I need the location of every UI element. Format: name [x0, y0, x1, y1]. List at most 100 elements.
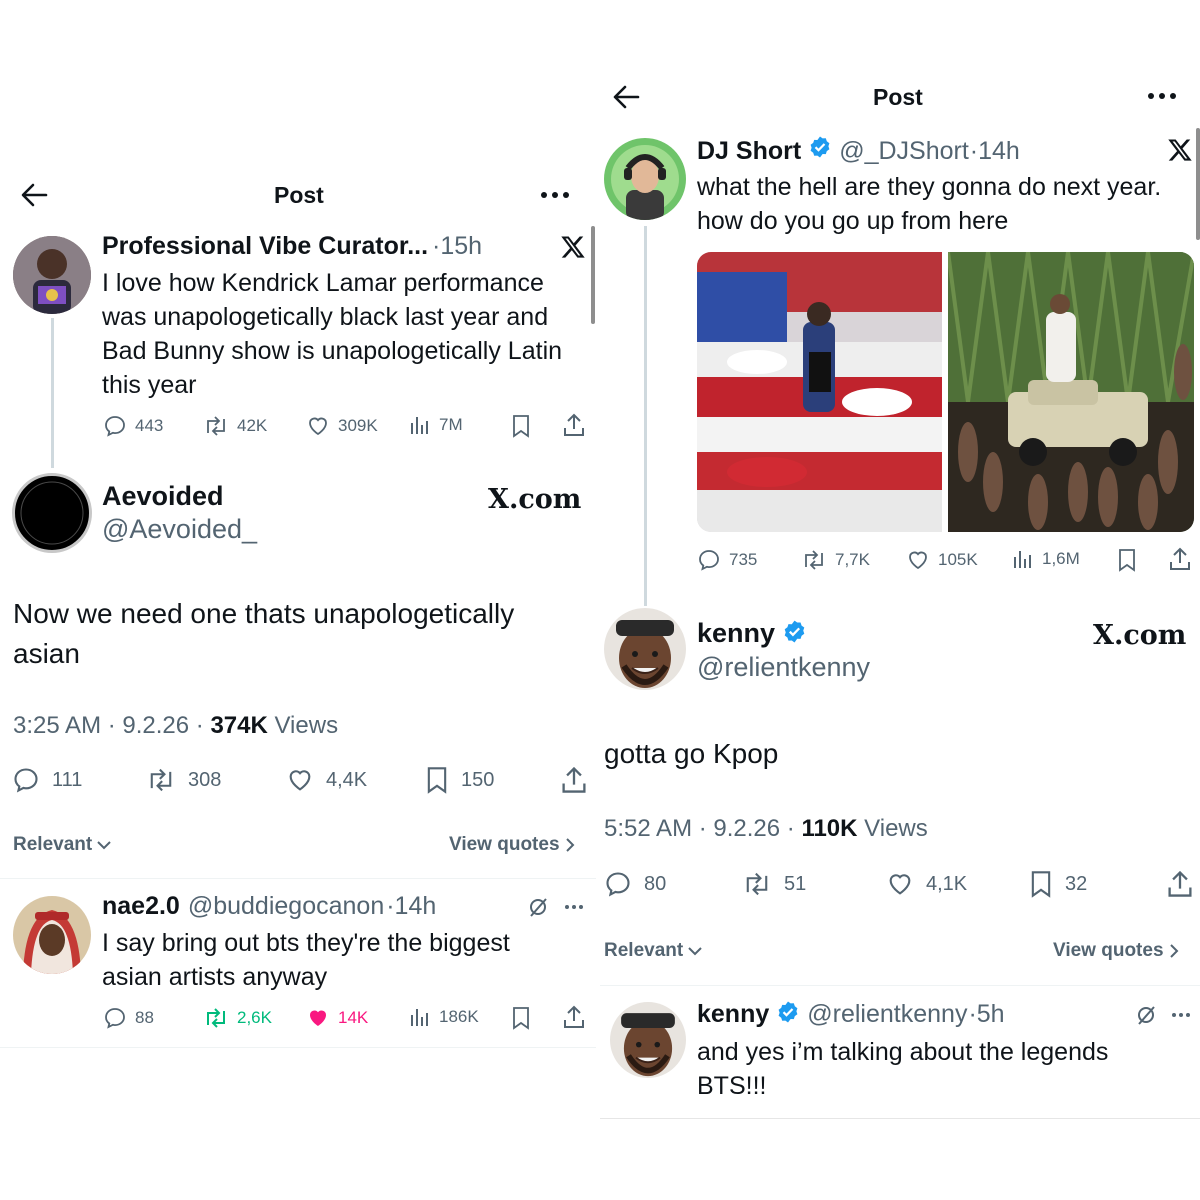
- repost-icon: [150, 768, 172, 792]
- more-icon[interactable]: [540, 190, 570, 200]
- back-arrow-icon[interactable]: [20, 182, 48, 208]
- author-handle[interactable]: @buddiegocanon: [188, 892, 384, 921]
- views-count: 374K: [210, 712, 268, 739]
- tweet-text: what the hell are they gonna do next yea…: [697, 173, 1162, 235]
- tweet-time[interactable]: ·5h: [968, 1000, 1004, 1029]
- repost-icon: [805, 550, 823, 570]
- grok-icon[interactable]: [527, 896, 549, 918]
- author-name[interactable]: Professional Vibe Curator...: [102, 232, 428, 261]
- x-com-badge: X.com: [1093, 620, 1187, 651]
- back-arrow-icon[interactable]: [612, 84, 640, 110]
- reply-icon: [606, 872, 630, 897]
- reply-icon: [105, 1008, 125, 1029]
- like-button[interactable]: 14K: [306, 1006, 368, 1030]
- views-label: Views: [857, 815, 928, 842]
- sort-relevant-dropdown[interactable]: Relevant: [13, 834, 112, 856]
- bookmark-icon[interactable]: [511, 414, 531, 438]
- bookmark-button[interactable]: 32: [1029, 870, 1087, 898]
- timestamp[interactable]: 3:25 AM · 9.2.26 ·: [13, 712, 210, 739]
- share-icon[interactable]: [1168, 546, 1192, 572]
- reply-button[interactable]: 111: [12, 766, 82, 794]
- page-title: Post: [274, 182, 324, 208]
- verified-badge-icon: [782, 619, 807, 649]
- share-icon[interactable]: [1166, 869, 1194, 899]
- timestamp[interactable]: 5:52 AM · 9.2.26 ·: [604, 815, 801, 842]
- heart-icon: [309, 417, 327, 436]
- author-handle[interactable]: @relientkenny: [697, 652, 870, 683]
- author-name[interactable]: Aevoided: [102, 481, 224, 512]
- bookmark-icon[interactable]: [1117, 548, 1137, 572]
- reply-button[interactable]: 735: [697, 548, 757, 572]
- divider: [0, 878, 596, 879]
- x-logo-icon: [560, 234, 586, 260]
- views-label: Views: [267, 712, 339, 739]
- author-name[interactable]: kenny: [697, 618, 775, 649]
- like-button[interactable]: 4,4K: [286, 766, 367, 794]
- repost-button[interactable]: 7,7K: [801, 548, 870, 572]
- bookmark-icon: [1031, 871, 1051, 898]
- heart-icon: [889, 874, 911, 895]
- share-icon[interactable]: [562, 1004, 586, 1030]
- views-button[interactable]: 186K: [409, 1006, 479, 1028]
- grok-icon[interactable]: [1135, 1004, 1157, 1026]
- bookmark-button[interactable]: 150: [425, 766, 494, 794]
- repost-button[interactable]: 2,6K: [203, 1006, 272, 1030]
- chevron-right-icon: [565, 838, 574, 852]
- avatar[interactable]: [13, 236, 91, 314]
- like-button[interactable]: 4,1K: [886, 870, 967, 898]
- share-icon[interactable]: [562, 412, 586, 438]
- verified-badge-icon: [776, 1000, 800, 1029]
- avatar[interactable]: [604, 608, 686, 690]
- author-handle[interactable]: @_DJShort: [839, 137, 969, 166]
- avatar[interactable]: [604, 138, 686, 220]
- scrollbar[interactable]: [1196, 128, 1200, 240]
- repost-button[interactable]: 308: [146, 766, 221, 794]
- tweet-text: I love how Kendrick Lamar performance wa…: [102, 269, 563, 399]
- reply-button[interactable]: 443: [103, 414, 163, 438]
- heart-icon: [909, 551, 927, 570]
- bookmark-icon[interactable]: [511, 1006, 531, 1030]
- media-image-truck-stage[interactable]: [948, 252, 1194, 532]
- tweet-text: I say bring out bts they're the biggest …: [102, 929, 510, 991]
- more-icon[interactable]: [1171, 1012, 1191, 1018]
- heart-icon: [289, 770, 311, 791]
- repost-icon: [746, 872, 768, 896]
- tweet-time[interactable]: ·14h: [386, 892, 436, 921]
- share-icon[interactable]: [560, 765, 588, 795]
- author-handle[interactable]: @Aevoided_: [102, 514, 257, 545]
- tweet-time[interactable]: ·15h: [432, 232, 482, 261]
- chevron-down-icon: [688, 947, 702, 956]
- views-button[interactable]: 7M: [409, 414, 463, 436]
- tweet-meta: 3:25 AM · 9.2.26 · 374K Views: [13, 712, 338, 740]
- reply-button[interactable]: 80: [604, 870, 666, 898]
- avatar[interactable]: [610, 1002, 686, 1078]
- like-button[interactable]: 105K: [906, 548, 978, 572]
- author-name[interactable]: DJ Short: [697, 137, 801, 166]
- author-name[interactable]: kenny: [697, 1000, 769, 1029]
- divider: [600, 1118, 1200, 1119]
- avatar[interactable]: [13, 896, 91, 974]
- heart-icon: [310, 1010, 326, 1026]
- more-icon[interactable]: [1147, 91, 1177, 101]
- reply-button[interactable]: 88: [103, 1006, 154, 1030]
- bookmark-icon: [427, 767, 447, 794]
- media-image-performance-stage[interactable]: [697, 252, 942, 532]
- author-handle[interactable]: @relientkenny: [807, 1000, 967, 1029]
- avatar[interactable]: [12, 473, 92, 553]
- author-name[interactable]: nae2.0: [102, 892, 180, 921]
- like-button[interactable]: 309K: [306, 414, 378, 438]
- tweet-text: and yes i’m talking about the legends BT…: [697, 1038, 1109, 1100]
- repost-button[interactable]: 51: [742, 870, 806, 898]
- thread-line: [644, 226, 647, 606]
- repost-icon: [207, 416, 225, 436]
- view-quotes-link[interactable]: View quotes: [1053, 940, 1180, 962]
- sort-relevant-dropdown[interactable]: Relevant: [604, 940, 703, 962]
- repost-button[interactable]: 42K: [203, 414, 267, 438]
- view-quotes-link[interactable]: View quotes: [449, 834, 576, 856]
- divider: [600, 985, 1200, 986]
- scrollbar[interactable]: [591, 226, 595, 324]
- more-icon[interactable]: [564, 904, 584, 910]
- page-title: Post: [873, 84, 923, 110]
- views-button[interactable]: 1,6M: [1012, 548, 1080, 570]
- tweet-time[interactable]: ·14h: [970, 137, 1020, 166]
